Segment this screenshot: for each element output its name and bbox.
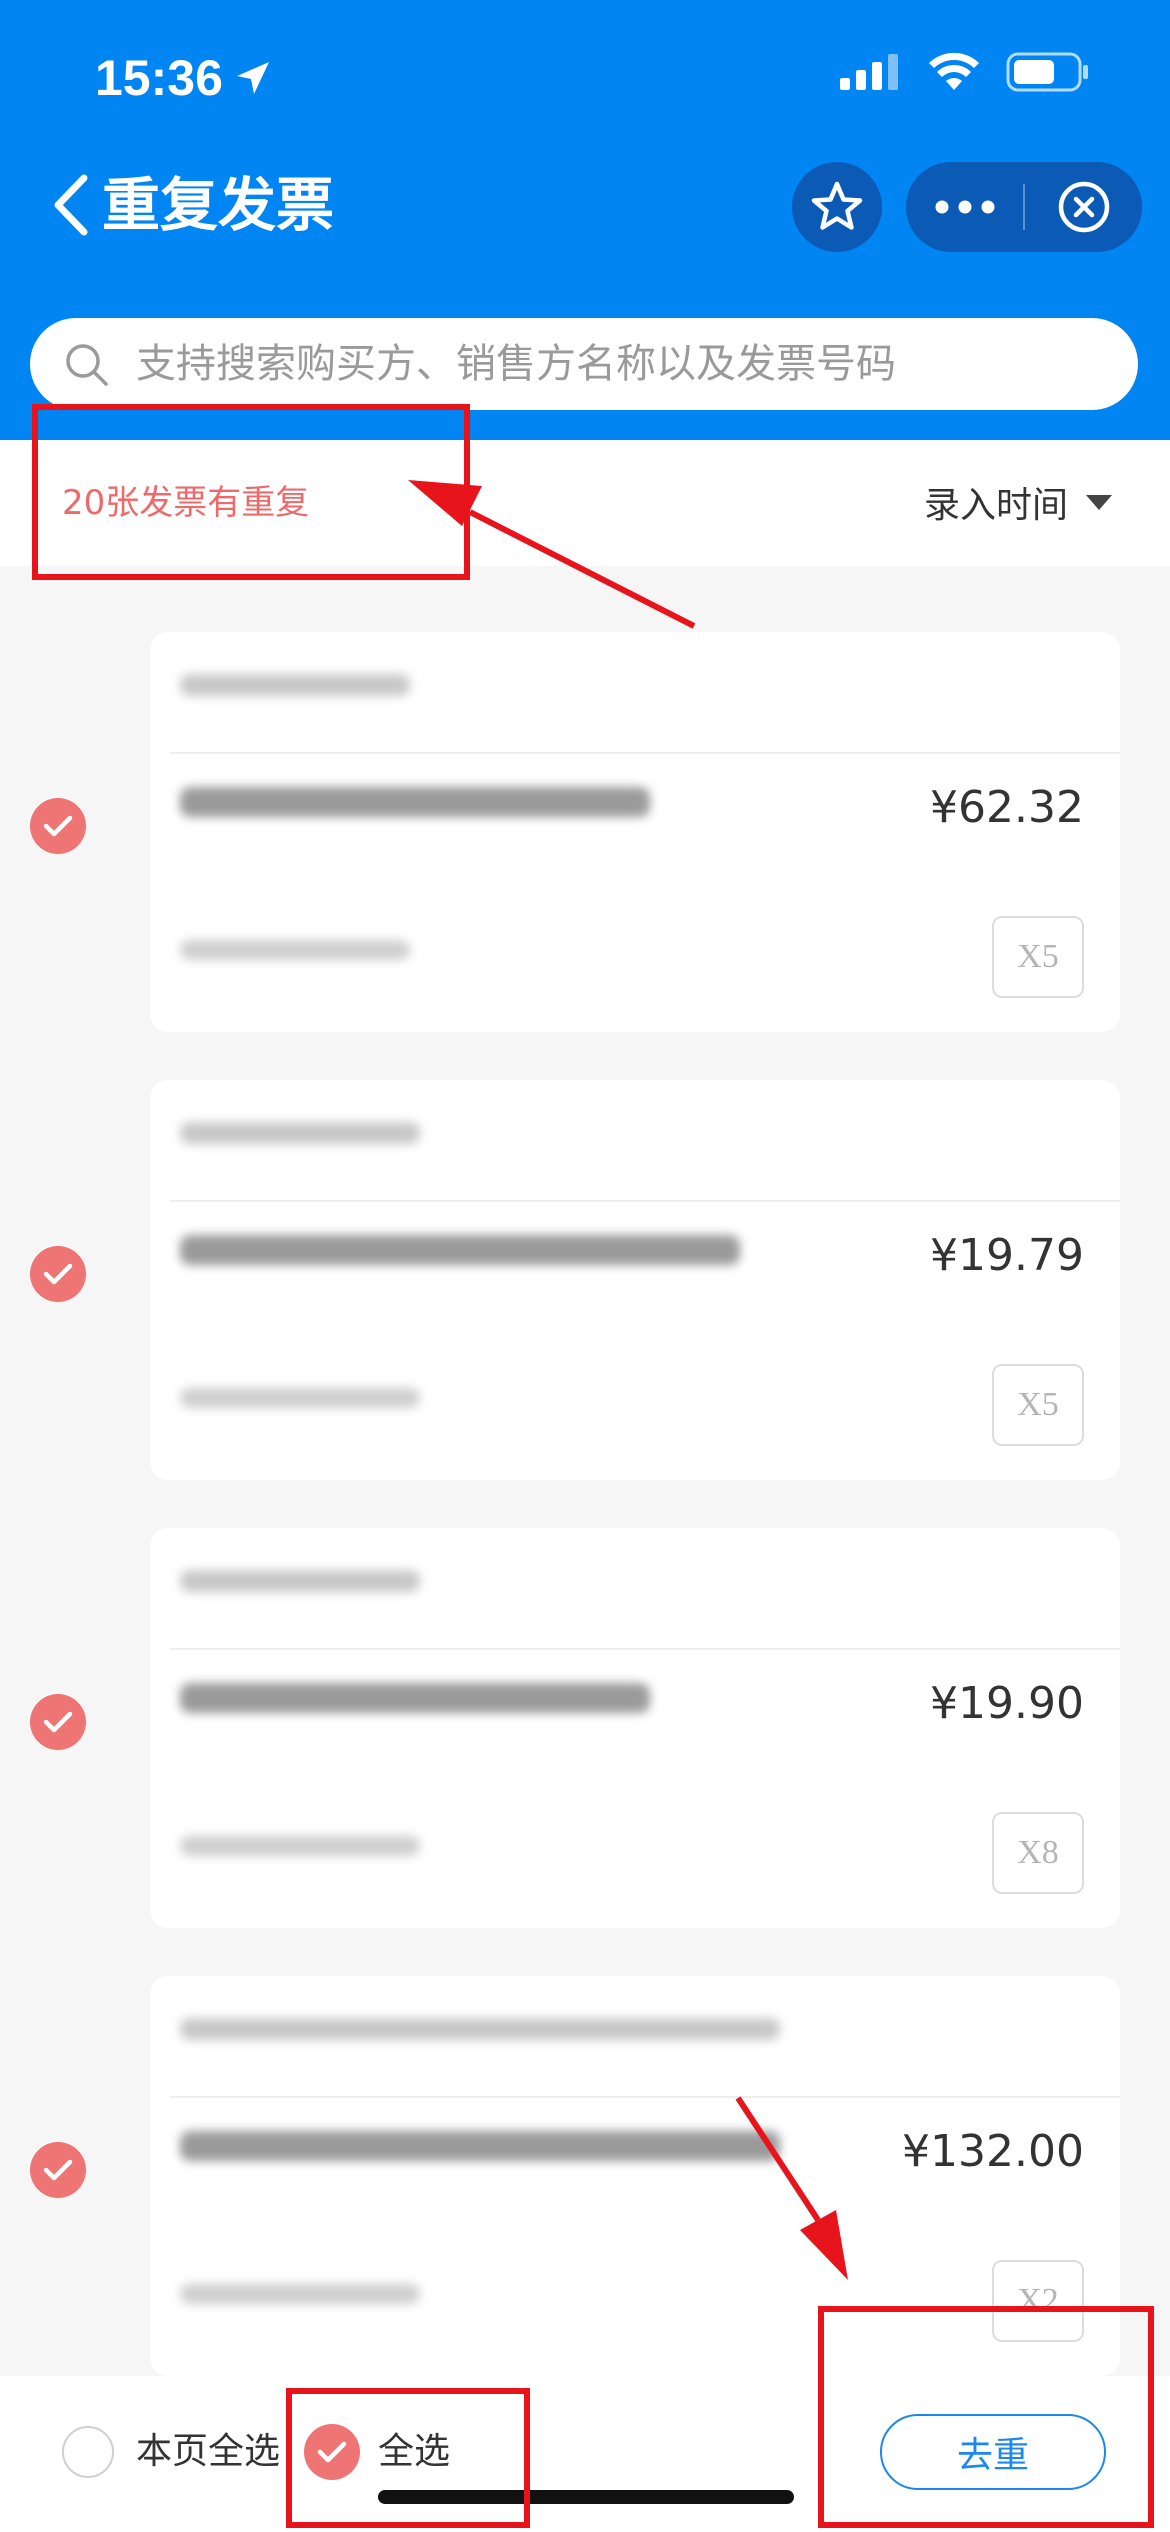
- blurred-seller: [180, 1122, 420, 1144]
- invoice-checkbox[interactable]: [30, 1694, 86, 1750]
- blurred-buyer: [180, 787, 650, 817]
- battery-icon: [1006, 52, 1088, 92]
- blurred-date: [180, 1836, 420, 1856]
- invoice-card[interactable]: ¥19.79 X5: [150, 1080, 1120, 1480]
- sort-dropdown[interactable]: 录入时间: [924, 476, 1112, 528]
- miniprogram-capsule: [906, 162, 1142, 252]
- annotation-box-select-all: [286, 2388, 530, 2528]
- checkmark-icon: [43, 1711, 73, 1733]
- back-chevron-icon[interactable]: [48, 170, 98, 240]
- blurred-seller: [180, 2018, 780, 2040]
- clock: 15:36: [95, 50, 223, 106]
- close-button[interactable]: [1025, 162, 1142, 252]
- search-bar[interactable]: [30, 318, 1138, 410]
- duplicate-quantity-badge: X8: [992, 1812, 1084, 1894]
- more-button[interactable]: [906, 162, 1023, 252]
- select-page-radio[interactable]: [62, 2426, 114, 2478]
- invoice-amount: ¥19.90: [930, 1678, 1084, 1729]
- status-time: 15:36: [95, 42, 273, 114]
- invoice-amount: ¥132.00: [902, 2126, 1084, 2177]
- dropdown-triangle-icon: [1086, 494, 1112, 510]
- status-icons: [840, 52, 1090, 92]
- search-icon: [66, 344, 108, 386]
- search-input[interactable]: [134, 340, 1098, 388]
- invoice-amount: ¥62.32: [930, 782, 1084, 833]
- card-divider: [170, 1648, 1120, 1650]
- blurred-date: [180, 940, 410, 960]
- checkmark-icon: [43, 2159, 73, 2181]
- blurred-seller: [180, 674, 410, 696]
- blurred-buyer: [180, 2131, 780, 2161]
- blurred-buyer: [180, 1683, 650, 1713]
- sort-label: 录入时间: [923, 485, 1068, 526]
- invoice-amount: ¥19.79: [930, 1230, 1084, 1281]
- card-divider: [170, 2096, 1120, 2098]
- page-title: 重复发票: [102, 171, 335, 239]
- more-dots-icon: [935, 200, 994, 214]
- location-arrow-icon: [236, 62, 269, 94]
- select-page-label[interactable]: 本页全选: [136, 2428, 280, 2476]
- blurred-date: [180, 2284, 420, 2304]
- blurred-date: [180, 1388, 420, 1408]
- wifi-icon: [929, 52, 979, 90]
- header: 15:36 重复发票: [0, 0, 1170, 440]
- card-divider: [170, 1200, 1120, 1202]
- blurred-seller: [180, 1570, 420, 1592]
- annotation-box-dedupe: [818, 2306, 1154, 2528]
- favorite-button[interactable]: [792, 162, 882, 252]
- invoice-checkbox[interactable]: [30, 1246, 86, 1302]
- checkmark-icon: [43, 1263, 73, 1285]
- annotation-box-duplicate-count: [32, 404, 470, 580]
- duplicate-quantity-badge: X5: [992, 1364, 1084, 1446]
- close-circle-icon: [1058, 181, 1109, 233]
- card-divider: [170, 752, 1120, 754]
- invoice-card[interactable]: ¥19.90 X8: [150, 1528, 1120, 1928]
- blurred-buyer: [180, 1235, 740, 1265]
- signal-icon: [840, 54, 898, 90]
- star-icon: [811, 181, 863, 230]
- duplicate-quantity-badge: X5: [992, 916, 1084, 998]
- invoice-checkbox[interactable]: [30, 2142, 86, 2198]
- checkmark-icon: [43, 815, 73, 837]
- invoice-card[interactable]: ¥62.32 X5: [150, 632, 1120, 1032]
- invoice-checkbox[interactable]: [30, 798, 86, 854]
